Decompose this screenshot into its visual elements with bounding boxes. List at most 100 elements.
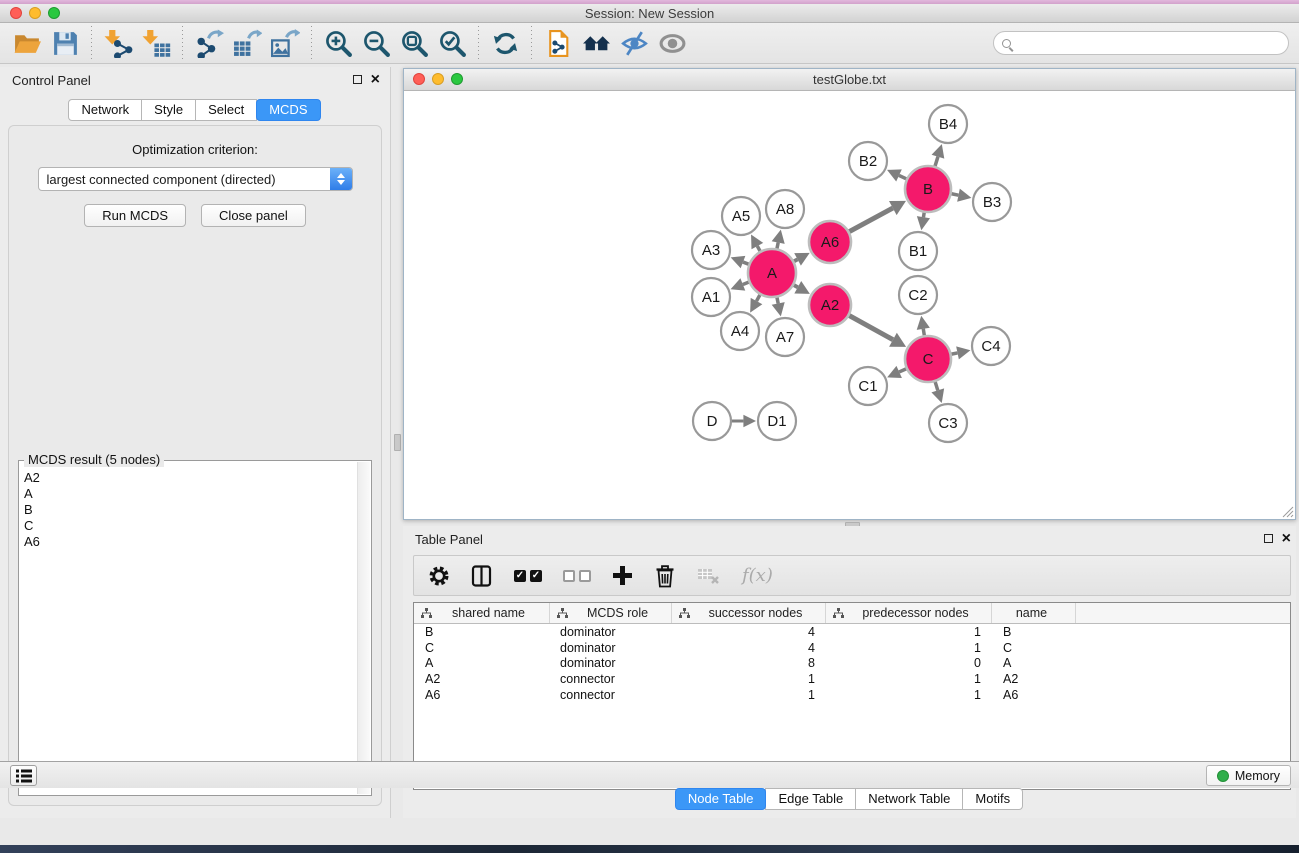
table-cell[interactable]: C: [992, 641, 1076, 655]
edge-B-B4[interactable]: [935, 157, 938, 166]
table-cell[interactable]: C: [414, 641, 550, 655]
edge-A-A3[interactable]: [743, 262, 749, 264]
edge-B-B1[interactable]: [923, 213, 924, 218]
mcds-result-item[interactable]: A2: [24, 470, 356, 486]
column-header-MCDS-role[interactable]: MCDS role: [550, 603, 672, 623]
table-tab-edge-table[interactable]: Edge Table: [765, 788, 856, 810]
table-cell[interactable]: 1: [672, 672, 826, 686]
close-panel-icon[interactable]: ×: [371, 74, 380, 85]
close-table-panel-icon[interactable]: ×: [1282, 533, 1291, 544]
table-cell[interactable]: connector: [550, 672, 672, 686]
duplicate-network-button[interactable]: [539, 25, 577, 61]
float-table-panel-icon[interactable]: [1264, 534, 1273, 543]
float-panel-icon[interactable]: [353, 75, 362, 84]
mcds-result-item[interactable]: B: [24, 502, 356, 518]
table-tab-node-table[interactable]: Node Table: [675, 788, 767, 810]
search-input[interactable]: [1017, 34, 1288, 52]
refresh-layout-button[interactable]: [486, 25, 524, 61]
delete-column-button[interactable]: [654, 564, 676, 588]
table-row[interactable]: A2connector11A2: [414, 671, 1290, 687]
edge-A-A2[interactable]: [794, 285, 798, 287]
column-header-shared-name[interactable]: shared name: [414, 603, 550, 623]
delete-table-button[interactable]: [697, 566, 721, 586]
mcds-result-item[interactable]: A: [24, 486, 356, 502]
zoom-selected-button[interactable]: [433, 25, 471, 61]
table-cell[interactable]: 4: [672, 625, 826, 639]
table-cell[interactable]: A: [992, 656, 1076, 670]
result-scrollbar[interactable]: [357, 462, 370, 794]
column-header-predecessor-nodes[interactable]: predecessor nodes: [826, 603, 992, 623]
table-cell[interactable]: A6: [992, 688, 1076, 702]
close-panel-button[interactable]: Close panel: [201, 204, 306, 227]
edge-A2-C[interactable]: [849, 316, 893, 340]
import-network-button[interactable]: [99, 25, 137, 61]
table-settings-button[interactable]: [428, 565, 450, 587]
network-canvas[interactable]: AA1A2A3A4A5A6A7A8BB1B2B3B4CC1C2C3C4DD1: [404, 91, 1295, 519]
column-header-name[interactable]: name: [992, 603, 1076, 623]
memory-button[interactable]: Memory: [1206, 765, 1291, 786]
mcds-result-item[interactable]: C: [24, 518, 356, 534]
mcds-result-list[interactable]: A2ABCA6: [19, 464, 356, 793]
task-history-button[interactable]: [10, 765, 37, 786]
edge-A-A8[interactable]: [777, 243, 778, 249]
export-table-button[interactable]: [228, 25, 266, 61]
edge-C-C2[interactable]: [923, 329, 924, 335]
table-cell[interactable]: 1: [826, 625, 992, 639]
zoom-in-button[interactable]: [319, 25, 357, 61]
table-cell[interactable]: 4: [672, 641, 826, 655]
table-cell[interactable]: 1: [826, 672, 992, 686]
table-cell[interactable]: 0: [826, 656, 992, 670]
table-cell[interactable]: 1: [826, 641, 992, 655]
table-cell[interactable]: 1: [826, 688, 992, 702]
search-box[interactable]: [993, 31, 1289, 55]
zoom-fit-button[interactable]: [395, 25, 433, 61]
network-graph[interactable]: AA1A2A3A4A5A6A7A8BB1B2B3B4CC1C2C3C4DD1: [404, 91, 1295, 519]
vertical-split-handle[interactable]: [394, 434, 401, 451]
table-cell[interactable]: A6: [414, 688, 550, 702]
optimization-criterion-select[interactable]: largest connected component (directed): [38, 167, 353, 191]
export-image-button[interactable]: [266, 25, 304, 61]
edge-A6-B[interactable]: [849, 208, 892, 232]
edge-A-A4[interactable]: [757, 295, 760, 301]
table-cell[interactable]: A: [414, 656, 550, 670]
tab-network[interactable]: Network: [68, 99, 142, 121]
column-header-successor-nodes[interactable]: successor nodes: [672, 603, 826, 623]
show-graphics-button[interactable]: [653, 25, 691, 61]
table-row[interactable]: A6connector11A6: [414, 687, 1290, 703]
edge-A-A6[interactable]: [794, 259, 797, 261]
table-row[interactable]: Adominator80A: [414, 655, 1290, 671]
tab-select[interactable]: Select: [195, 99, 257, 121]
table-tab-network-table[interactable]: Network Table: [855, 788, 963, 810]
table-cell[interactable]: B: [992, 625, 1076, 639]
table-cell[interactable]: A2: [992, 672, 1076, 686]
table-cell[interactable]: dominator: [550, 625, 672, 639]
export-network-button[interactable]: [190, 25, 228, 61]
edge-B-B3[interactable]: [952, 194, 959, 195]
table-tab-motifs[interactable]: Motifs: [962, 788, 1023, 810]
edge-C-C4[interactable]: [952, 353, 958, 354]
column-layout-button[interactable]: [471, 565, 493, 587]
edge-C-C1[interactable]: [899, 369, 906, 372]
table-cell[interactable]: A2: [414, 672, 550, 686]
deselect-all-button[interactable]: [563, 570, 591, 582]
table-cell[interactable]: dominator: [550, 641, 672, 655]
table-cell[interactable]: B: [414, 625, 550, 639]
edge-A-A7[interactable]: [777, 297, 778, 303]
save-session-button[interactable]: [46, 25, 84, 61]
tab-style[interactable]: Style: [141, 99, 196, 121]
select-all-button[interactable]: ✓✓: [514, 570, 542, 582]
table-row[interactable]: Bdominator41B: [414, 624, 1290, 640]
edge-B-B2[interactable]: [899, 175, 906, 178]
table-cell[interactable]: 1: [672, 688, 826, 702]
table-cell[interactable]: 8: [672, 656, 826, 670]
table-cell[interactable]: connector: [550, 688, 672, 702]
edge-C-C3[interactable]: [935, 382, 938, 390]
home-button[interactable]: [577, 25, 615, 61]
edge-A-A1[interactable]: [743, 282, 749, 284]
import-table-button[interactable]: [137, 25, 175, 61]
open-file-button[interactable]: [8, 25, 46, 61]
resize-grip-icon[interactable]: [1281, 505, 1294, 518]
hide-labels-button[interactable]: [615, 25, 653, 61]
table-row[interactable]: Cdominator41C: [414, 640, 1290, 656]
zoom-out-button[interactable]: [357, 25, 395, 61]
